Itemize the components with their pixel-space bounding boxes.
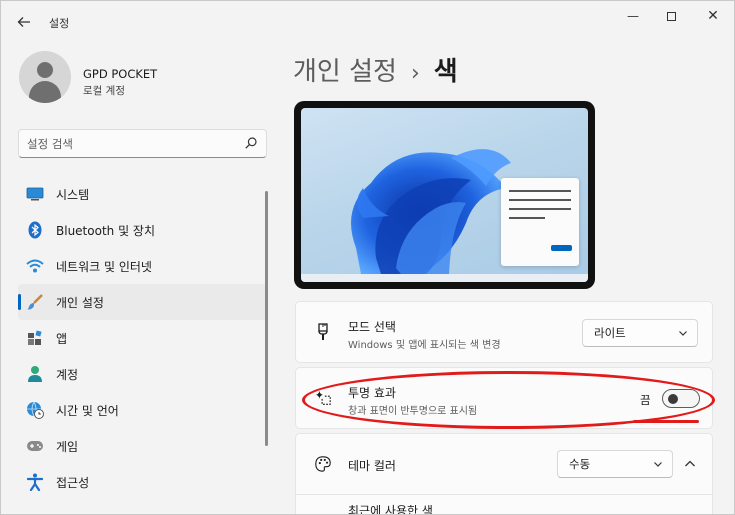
- palette-icon: [315, 456, 331, 472]
- window-title: 설정: [49, 17, 70, 30]
- recent-colors-title: 최근에 사용한 색: [348, 504, 433, 515]
- search-box[interactable]: [18, 129, 267, 158]
- avatar-body-shape: [29, 81, 61, 103]
- sidebar-item-time-language[interactable]: 시간 및 언어: [18, 392, 267, 428]
- sidebar-item-label: 시스템: [56, 187, 90, 202]
- accent-title: 테마 컬러: [348, 459, 396, 473]
- preview-desktop: [301, 108, 588, 282]
- avatar[interactable]: [19, 51, 71, 103]
- sidebar-scrollbar[interactable]: [265, 191, 268, 446]
- maximize-button[interactable]: [653, 5, 689, 27]
- title-bar: 설정 — ✕: [1, 1, 734, 41]
- toggle-knob: [668, 394, 678, 404]
- accessibility-icon: [26, 473, 44, 491]
- recent-colors-card: 최근에 사용한 색: [295, 495, 713, 515]
- mode-title: 모드 선택: [348, 320, 396, 334]
- avatar-head-shape: [37, 62, 53, 78]
- sidebar-item-personalization[interactable]: 개인 설정: [18, 284, 267, 320]
- bluetooth-icon: [26, 221, 44, 239]
- sidebar-nav: 시스템 Bluetooth 및 장치 네트워크 및 인터넷 개인 설정 앱 계정…: [18, 176, 267, 500]
- gamepad-icon: [26, 437, 44, 455]
- breadcrumb: 개인 설정 › 색: [293, 51, 458, 88]
- mode-description: Windows 및 앱에 표시되는 색 변경: [348, 340, 501, 351]
- maximize-icon: [666, 11, 676, 21]
- search-icon[interactable]: [244, 136, 258, 150]
- chevron-down-icon: [654, 462, 662, 467]
- transparency-description: 창과 표면이 반투명으로 표시됨: [348, 406, 478, 417]
- brush-icon: [26, 293, 44, 311]
- minimize-button[interactable]: —: [615, 5, 651, 27]
- globe-clock-icon: [26, 401, 44, 419]
- sidebar-item-gaming[interactable]: 게임: [18, 428, 267, 464]
- preview-text-line: [509, 190, 571, 192]
- preview-text-line: [509, 217, 545, 219]
- wifi-icon: [26, 257, 44, 275]
- sidebar-item-apps[interactable]: 앱: [18, 320, 267, 356]
- sidebar-item-label: 게임: [56, 439, 79, 454]
- preview-taskbar: [301, 274, 588, 282]
- settings-window: 설정 — ✕ GPD POCKET 로컬 계정 시스템 Bluetooth 및 …: [0, 0, 735, 515]
- page-title: 색: [433, 57, 458, 87]
- person-icon: [26, 365, 44, 383]
- sidebar-item-label: 앱: [56, 331, 68, 346]
- back-button[interactable]: [11, 9, 37, 35]
- transparency-sparkle-icon: [315, 390, 331, 405]
- apps-icon: [26, 329, 44, 347]
- sidebar-item-network[interactable]: 네트워크 및 인터넷: [18, 248, 267, 284]
- sidebar-item-system[interactable]: 시스템: [18, 176, 267, 212]
- chevron-up-icon[interactable]: [681, 455, 699, 473]
- preview-text-line: [509, 208, 571, 210]
- preview-accent-button: [551, 245, 572, 251]
- accent-color-card[interactable]: 테마 컬러 수동: [295, 433, 713, 495]
- profile-account-type: 로컬 계정: [83, 85, 125, 97]
- profile-name: GPD POCKET: [83, 67, 158, 81]
- breadcrumb-separator: ›: [410, 61, 420, 86]
- chevron-down-icon: [679, 331, 687, 336]
- search-input[interactable]: [27, 135, 227, 153]
- sidebar-item-label: 네트워크 및 인터넷: [56, 259, 152, 274]
- sidebar-item-label: 개인 설정: [56, 295, 104, 310]
- sidebar-item-label: 시간 및 언어: [56, 403, 119, 418]
- monitor-icon: [26, 185, 44, 203]
- preview-text-line: [509, 199, 571, 201]
- sidebar-item-accounts[interactable]: 계정: [18, 356, 267, 392]
- mode-dropdown-value: 라이트: [594, 326, 626, 340]
- transparency-setting-card: 투명 효과 창과 표면이 반투명으로 표시됨 끔: [295, 367, 713, 429]
- sidebar-item-accessibility[interactable]: 접근성: [18, 464, 267, 500]
- close-button[interactable]: ✕: [695, 5, 731, 27]
- breadcrumb-parent[interactable]: 개인 설정: [293, 57, 397, 87]
- transparency-toggle[interactable]: [662, 389, 700, 408]
- sidebar-item-bluetooth[interactable]: Bluetooth 및 장치: [18, 212, 267, 248]
- sidebar-item-label: Bluetooth 및 장치: [56, 223, 156, 238]
- back-arrow-icon: [17, 17, 30, 27]
- accent-dropdown[interactable]: 수동: [557, 450, 673, 478]
- theme-preview: [294, 101, 595, 289]
- sidebar-item-label: 계정: [56, 367, 79, 382]
- mode-dropdown[interactable]: 라이트: [582, 319, 698, 347]
- paintbrush-icon: [318, 323, 328, 340]
- accent-dropdown-value: 수동: [569, 457, 591, 471]
- transparency-state-label: 끔: [640, 393, 651, 407]
- preview-app-window: [501, 178, 579, 266]
- transparency-title: 투명 효과: [348, 386, 396, 400]
- mode-setting-card: 모드 선택 Windows 및 앱에 표시되는 색 변경 라이트: [295, 301, 713, 363]
- sidebar-item-label: 접근성: [56, 475, 90, 490]
